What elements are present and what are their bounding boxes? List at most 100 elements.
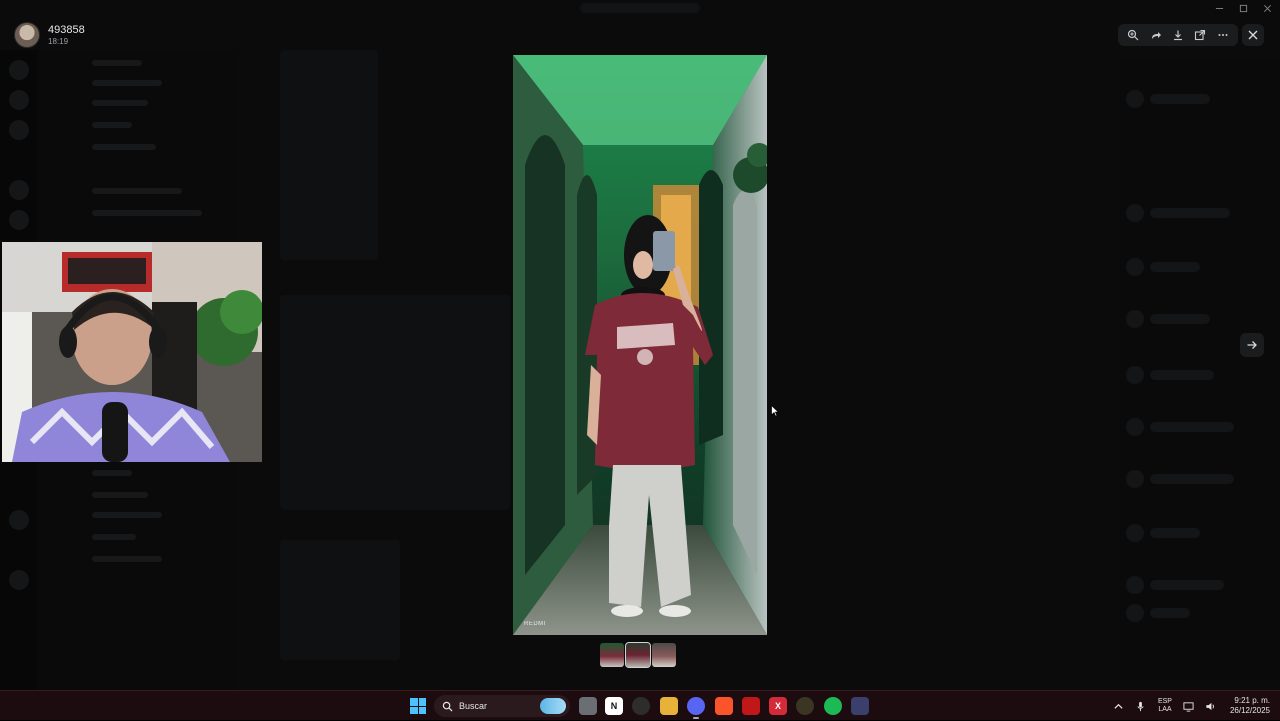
member-row [1150, 608, 1190, 618]
start-button[interactable] [410, 698, 426, 714]
channel-item [92, 100, 148, 106]
member-row [1150, 528, 1200, 538]
author-info: 493858 18:19 [48, 24, 85, 47]
close-viewer-button[interactable] [1242, 24, 1264, 46]
language-indicator[interactable]: ESP LAA [1158, 698, 1172, 714]
thumbnail-active[interactable] [625, 642, 651, 668]
channel-item [92, 512, 162, 518]
channel-item [92, 144, 156, 150]
open-external-icon[interactable] [1191, 26, 1209, 44]
channel-item [92, 122, 132, 128]
arrow-right-icon [1247, 341, 1257, 349]
windows-logo-icon [418, 706, 426, 714]
taskbar-search[interactable]: Buscar [434, 695, 570, 717]
folder-app[interactable] [660, 697, 678, 715]
x-app[interactable]: X [769, 697, 787, 715]
close-icon [1248, 30, 1258, 40]
message-image-ghost [280, 540, 400, 660]
message-author[interactable]: 493858 18:19 [14, 22, 85, 48]
spotify-app[interactable] [824, 697, 842, 715]
language-primary: ESP [1157, 698, 1172, 705]
channel-item [92, 556, 162, 562]
microphone-icon[interactable] [1133, 698, 1149, 714]
member-avatar [1126, 366, 1144, 384]
member-avatar [1126, 258, 1144, 276]
maximize-icon[interactable] [1238, 3, 1248, 13]
photo-hallway-selfie [513, 55, 767, 635]
windows-logo-icon [418, 698, 426, 706]
avatar[interactable] [14, 22, 40, 48]
thumbnail[interactable] [600, 643, 624, 667]
member-row [1150, 262, 1200, 272]
brave-app[interactable] [715, 697, 733, 715]
member-row [1150, 370, 1214, 380]
thumbnail-strip [600, 642, 678, 668]
windows-logo-icon [410, 698, 418, 706]
download-icon[interactable] [1169, 26, 1187, 44]
mouse-cursor-icon [771, 405, 779, 417]
member-row [1150, 94, 1210, 104]
media-viewer-toolbar [1118, 24, 1238, 46]
clock-time: 9:21 p. m. [1234, 696, 1270, 705]
member-avatar [1126, 524, 1144, 542]
forward-icon[interactable] [1147, 26, 1165, 44]
member-row [1150, 474, 1234, 484]
window-close-icon[interactable] [1262, 3, 1272, 13]
search-placeholder: Buscar [459, 701, 488, 711]
search-highlight-image [540, 698, 566, 714]
server-icon [9, 60, 29, 80]
camera-watermark: REDMI [524, 621, 546, 627]
window-controls [1214, 3, 1272, 13]
more-icon[interactable] [1214, 26, 1232, 44]
zoom-in-icon[interactable] [1124, 26, 1142, 44]
minimize-icon[interactable] [1214, 3, 1224, 13]
member-avatar [1126, 470, 1144, 488]
webcam-overlay [2, 242, 262, 462]
active-indicator [693, 717, 699, 719]
settings-app[interactable] [796, 697, 814, 715]
thumbnail[interactable] [652, 643, 676, 667]
member-avatar [1126, 604, 1144, 622]
message-image-ghost [280, 50, 378, 260]
search-icon [442, 701, 453, 712]
viewed-image[interactable]: REDMI [513, 55, 767, 635]
discord-app[interactable] [687, 697, 705, 719]
message-image-ghost [280, 295, 510, 510]
clock-date: 26/12/2025 [1229, 706, 1270, 715]
channel-item [92, 80, 162, 86]
streamer-webcam-feed [2, 242, 262, 462]
member-row [1150, 314, 1210, 324]
channel-item [92, 534, 136, 540]
system-tray: ESP LAA 9:21 p. m. 26/12/2025 [1108, 691, 1280, 721]
file-explorer-app[interactable] [579, 697, 597, 715]
stack-app[interactable] [851, 697, 869, 715]
window-title-ghost [580, 3, 700, 13]
server-icon [9, 90, 29, 110]
server-icon [9, 120, 29, 140]
notion-app[interactable]: N [605, 697, 623, 715]
member-row [1150, 422, 1234, 432]
server-icon [9, 570, 29, 590]
news-app[interactable] [742, 697, 760, 715]
member-avatar [1126, 90, 1144, 108]
member-avatar [1126, 310, 1144, 328]
member-avatar [1126, 418, 1144, 436]
taskbar-clock[interactable]: 9:21 p. m. 26/12/2025 [1230, 696, 1270, 716]
channel-item [92, 470, 132, 476]
volume-icon[interactable] [1203, 698, 1219, 714]
next-image-button[interactable] [1240, 333, 1264, 357]
message-time: 18:19 [48, 36, 69, 46]
network-icon[interactable] [1181, 698, 1197, 714]
obs-app[interactable] [632, 697, 650, 715]
chevron-up-icon[interactable] [1111, 698, 1127, 714]
server-icon [9, 510, 29, 530]
channel-item [92, 210, 202, 216]
author-name: 493858 [48, 23, 85, 36]
channel-item [92, 492, 148, 498]
member-row [1150, 580, 1224, 590]
member-row [1150, 208, 1230, 218]
server-icon [9, 210, 29, 230]
member-avatar [1126, 204, 1144, 222]
channel-item [92, 60, 142, 66]
channel-item [92, 188, 182, 194]
